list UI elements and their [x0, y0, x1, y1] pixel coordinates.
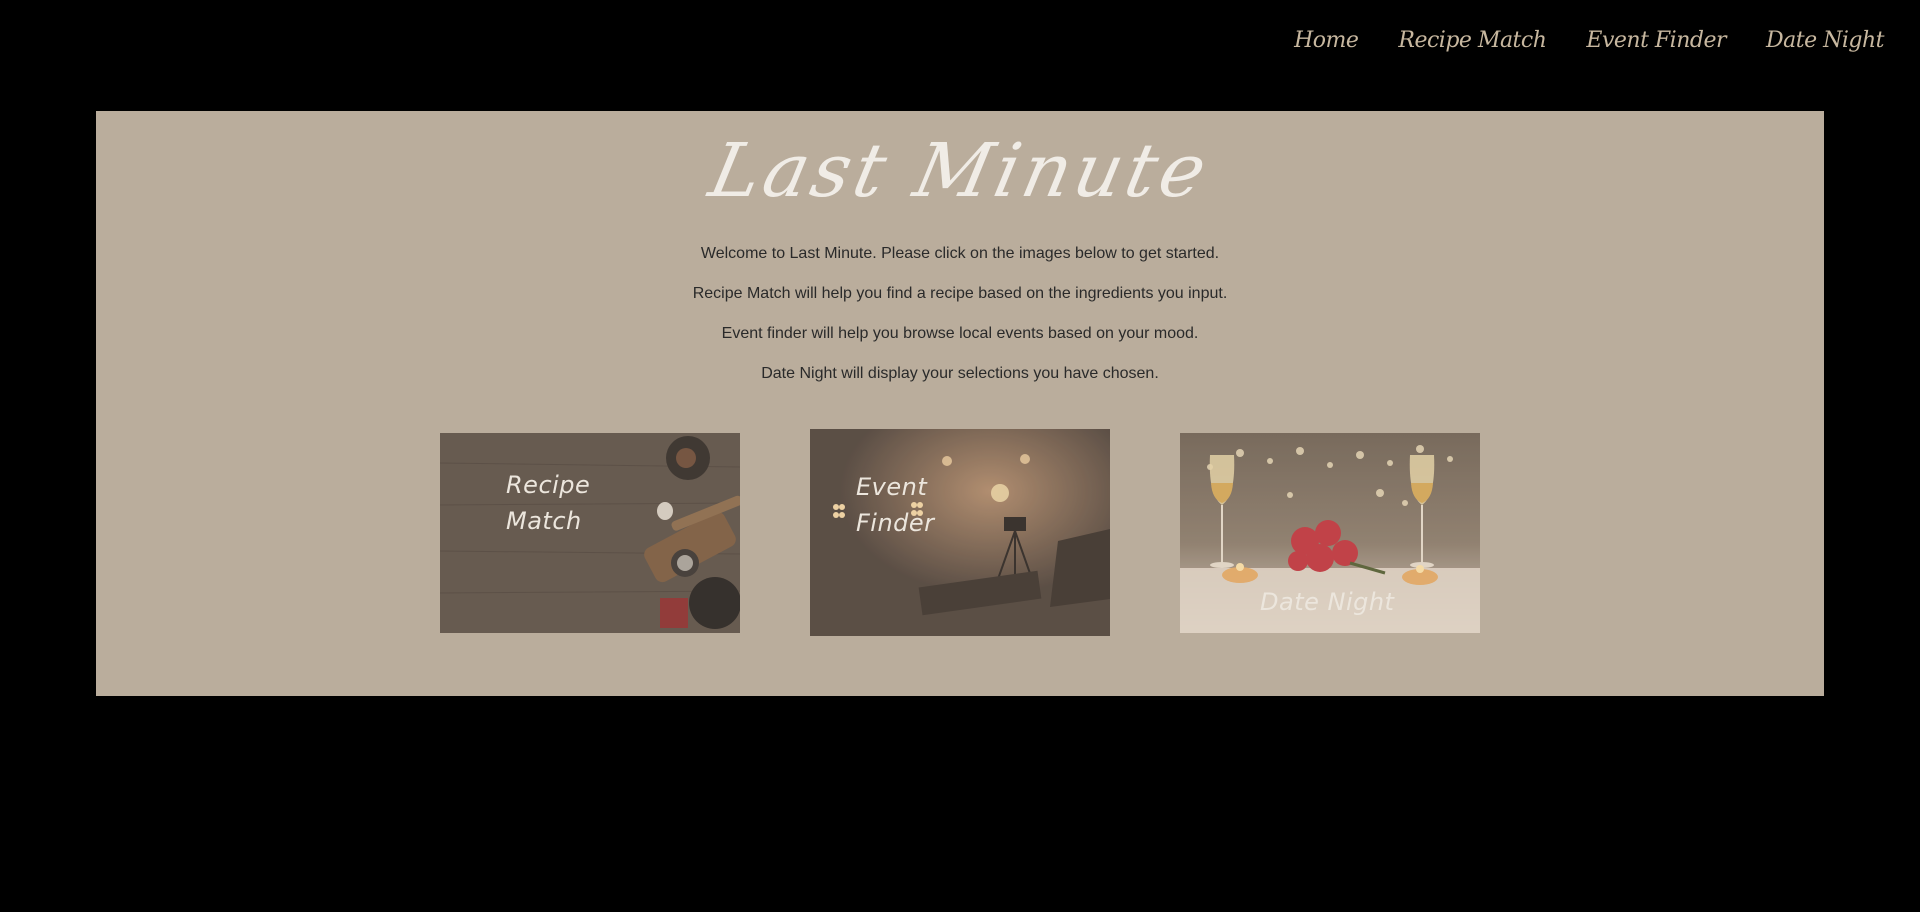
event-finder-tile[interactable]: Event Finder	[810, 429, 1110, 636]
date-night-tile[interactable]: Date Night	[1180, 433, 1480, 633]
recipe-match-tile-label: Recipe Match	[506, 467, 590, 539]
event-finder-label-line1: Event	[856, 473, 928, 501]
nav-home-link[interactable]: Home	[1294, 28, 1359, 53]
event-finder-image	[810, 429, 1110, 636]
page-title: Last Minute	[702, 128, 1218, 214]
nav-event-finder-link[interactable]: Event Finder	[1586, 28, 1726, 53]
recipe-match-tile[interactable]: Recipe Match	[440, 433, 740, 633]
welcome-paragraph: Welcome to Last Minute. Please click on …	[700, 245, 1220, 262]
date-night-tile-label: Date Night	[1260, 588, 1395, 616]
top-navigation: Home Recipe Match Event Finder Date Nigh…	[1294, 28, 1884, 53]
event-finder-tile-label: Event Finder	[856, 469, 935, 541]
nav-date-night-link[interactable]: Date Night	[1766, 28, 1885, 53]
date-night-description: Date Night will display your selections …	[761, 365, 1159, 382]
event-finder-label-line2: Finder	[856, 509, 935, 537]
recipe-match-description: Recipe Match will help you find a recipe…	[692, 285, 1228, 302]
event-finder-description: Event finder will help you browse local …	[721, 325, 1199, 342]
main-panel: Last Minute Welcome to Last Minute. Plea…	[96, 111, 1824, 696]
intro-text: Welcome to Last Minute. Please click on …	[96, 244, 1824, 404]
nav-recipe-match-link[interactable]: Recipe Match	[1398, 28, 1547, 53]
recipe-match-label-line2: Match	[506, 507, 582, 535]
recipe-match-label-line1: Recipe	[506, 471, 591, 499]
